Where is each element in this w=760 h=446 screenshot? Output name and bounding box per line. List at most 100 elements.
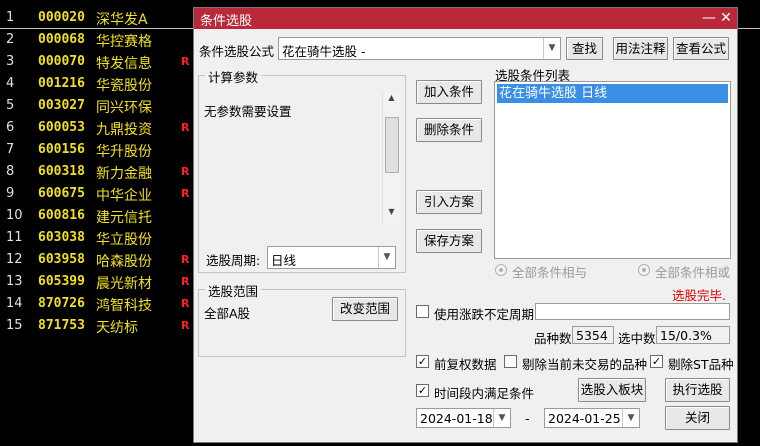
- stock-row[interactable]: 8 600318 新力金融 R: [0, 161, 200, 183]
- stock-row[interactable]: 9 600675 中华企业 R: [0, 183, 200, 205]
- end-date: 2024-01-25: [548, 411, 621, 426]
- stock-row[interactable]: 14 870726 鸿智科技 R: [0, 293, 200, 315]
- date-separator: -: [525, 411, 530, 426]
- row-number: 12: [6, 252, 23, 267]
- row-number: 6: [6, 120, 15, 135]
- stock-code: 000020: [38, 10, 85, 25]
- stock-name: 华瓷股份: [96, 78, 152, 94]
- count-field: 5354: [572, 326, 614, 344]
- exclude-st-label: 剔除ST品种: [668, 357, 734, 372]
- stock-row[interactable]: 3 000070 特发信息 R: [0, 51, 200, 73]
- scroll-down-icon[interactable]: ▼: [383, 207, 400, 221]
- stock-row[interactable]: 13 605399 晨光新材 R: [0, 271, 200, 293]
- stock-row[interactable]: 11 603038 华立股份: [0, 227, 200, 249]
- period-satisfy-checkbox[interactable]: ✓: [416, 384, 429, 397]
- row-number: 1: [6, 10, 15, 25]
- chevron-down-icon[interactable]: ▼: [622, 409, 639, 427]
- scroll-thumb[interactable]: [385, 117, 399, 173]
- exclude-st-checkbox[interactable]: ✓: [650, 355, 663, 368]
- stock-row[interactable]: 10 600816 建元信托: [0, 205, 200, 227]
- irregular-period-checkbox[interactable]: [416, 305, 429, 318]
- period-select[interactable]: 日线 ▼: [267, 246, 396, 269]
- radio-and-label: 全部条件相与: [512, 265, 588, 280]
- minimize-icon[interactable]: —: [701, 9, 717, 27]
- view-formula-button[interactable]: 查看公式: [673, 37, 729, 60]
- pre-adjust-label: 前复权数据: [434, 357, 497, 372]
- stock-name: 华立股份: [96, 232, 152, 248]
- pre-adjust-checkbox[interactable]: ✓: [416, 355, 429, 368]
- execute-button[interactable]: 执行选股: [665, 378, 730, 402]
- save-plan-button[interactable]: 保存方案: [416, 229, 482, 253]
- stock-row[interactable]: 6 600053 九鼎投资 R: [0, 117, 200, 139]
- row-number: 5: [6, 98, 15, 113]
- margin-badge: R: [181, 121, 190, 134]
- stock-row[interactable]: 2 000068 华控赛格: [0, 29, 200, 51]
- add-condition-button[interactable]: 加入条件: [416, 80, 482, 104]
- stock-row[interactable]: 15 871753 天纺标 R: [0, 315, 200, 337]
- chevron-down-icon[interactable]: ▼: [543, 38, 560, 59]
- formula-label: 条件选股公式: [199, 44, 275, 59]
- stock-name: 鸿智科技: [96, 298, 152, 314]
- stock-row[interactable]: 7 600156 华升股份: [0, 139, 200, 161]
- params-scrollbar[interactable]: ▲ ▼: [382, 91, 400, 223]
- exclude-untraded-checkbox[interactable]: [504, 355, 517, 368]
- row-number: 14: [6, 296, 23, 311]
- stock-row[interactable]: 1 000020 深华发A: [0, 7, 760, 29]
- range-group-title: 选股范围: [205, 281, 262, 300]
- row-number: 15: [6, 318, 23, 333]
- stock-code: 600156: [38, 142, 85, 157]
- params-group-title: 计算参数: [205, 67, 262, 86]
- chevron-down-icon[interactable]: ▼: [493, 409, 510, 427]
- close-button[interactable]: 关闭: [665, 406, 730, 430]
- params-text: 无参数需要设置: [204, 104, 292, 119]
- condition-list[interactable]: 花在骑牛选股 日线: [494, 81, 731, 259]
- start-date-field[interactable]: 2024-01-18 ▼: [416, 408, 511, 428]
- stock-list: 1 000020 深华发A 2 000068 华控赛格 3 000070 特发信息 R 4 00121…: [0, 7, 760, 337]
- stock-row[interactable]: 5 003027 同兴环保: [0, 95, 200, 117]
- stock-name: 天纺标: [96, 320, 138, 336]
- stock-row[interactable]: 4 001216 华瓷股份: [0, 73, 200, 95]
- radio-or[interactable]: [638, 264, 650, 276]
- stock-name: 哈森股份: [96, 254, 152, 270]
- select-to-board-button[interactable]: 选股入板块: [578, 378, 646, 402]
- list-header: [0, 0, 760, 7]
- row-number: 8: [6, 164, 15, 179]
- close-icon[interactable]: ✕: [718, 9, 734, 27]
- change-range-button[interactable]: 改变范围: [332, 297, 398, 321]
- radio-and[interactable]: [495, 264, 507, 276]
- margin-badge: R: [181, 187, 190, 200]
- condition-selection-dialog: 条件选股 — ✕ 条件选股公式 花在骑牛选股 - ▼ 查找 用法注释 查看公式 …: [193, 7, 738, 443]
- formula-select[interactable]: 花在骑牛选股 - ▼: [278, 37, 561, 60]
- row-number: 4: [6, 76, 15, 91]
- params-group: 计算参数 无参数需要设置 ▲ ▼ 选股周期: 日线 ▼: [198, 67, 406, 273]
- import-plan-button[interactable]: 引入方案: [416, 190, 482, 214]
- period-label: 选股周期:: [206, 253, 261, 268]
- range-value: 全部A股: [204, 306, 251, 321]
- chevron-down-icon[interactable]: ▼: [378, 247, 395, 268]
- status-text: 选股完毕.: [672, 288, 726, 303]
- stock-name: 新力金融: [96, 166, 152, 182]
- stock-code: 000070: [38, 54, 85, 69]
- selected-label: 选中数: [618, 331, 656, 346]
- exclude-untraded-label: 剔除当前未交易的品种: [522, 357, 648, 372]
- dialog-titlebar[interactable]: 条件选股 — ✕: [194, 8, 737, 29]
- irregular-period-field[interactable]: [535, 303, 730, 320]
- stock-name: 晨光新材: [96, 276, 152, 292]
- delete-condition-button[interactable]: 删除条件: [416, 118, 482, 142]
- find-button[interactable]: 查找: [566, 37, 603, 60]
- scroll-up-icon[interactable]: ▲: [383, 93, 400, 107]
- stock-code: 600675: [38, 186, 85, 201]
- stock-row[interactable]: 12 603958 哈森股份 R: [0, 249, 200, 271]
- margin-badge: R: [181, 275, 190, 288]
- end-date-field[interactable]: 2024-01-25 ▼: [544, 408, 640, 428]
- row-number: 9: [6, 186, 15, 201]
- margin-badge: R: [181, 253, 190, 266]
- stock-name: 特发信息: [96, 56, 152, 72]
- irregular-period-label: 使用涨跌不定周期: [434, 307, 535, 322]
- radio-or-label: 全部条件相或: [655, 265, 731, 280]
- condition-item[interactable]: 花在骑牛选股 日线: [497, 84, 728, 103]
- usage-notes-button[interactable]: 用法注释: [613, 37, 668, 60]
- start-date: 2024-01-18: [420, 411, 493, 426]
- row-number: 2: [6, 32, 15, 47]
- margin-badge: R: [181, 319, 190, 332]
